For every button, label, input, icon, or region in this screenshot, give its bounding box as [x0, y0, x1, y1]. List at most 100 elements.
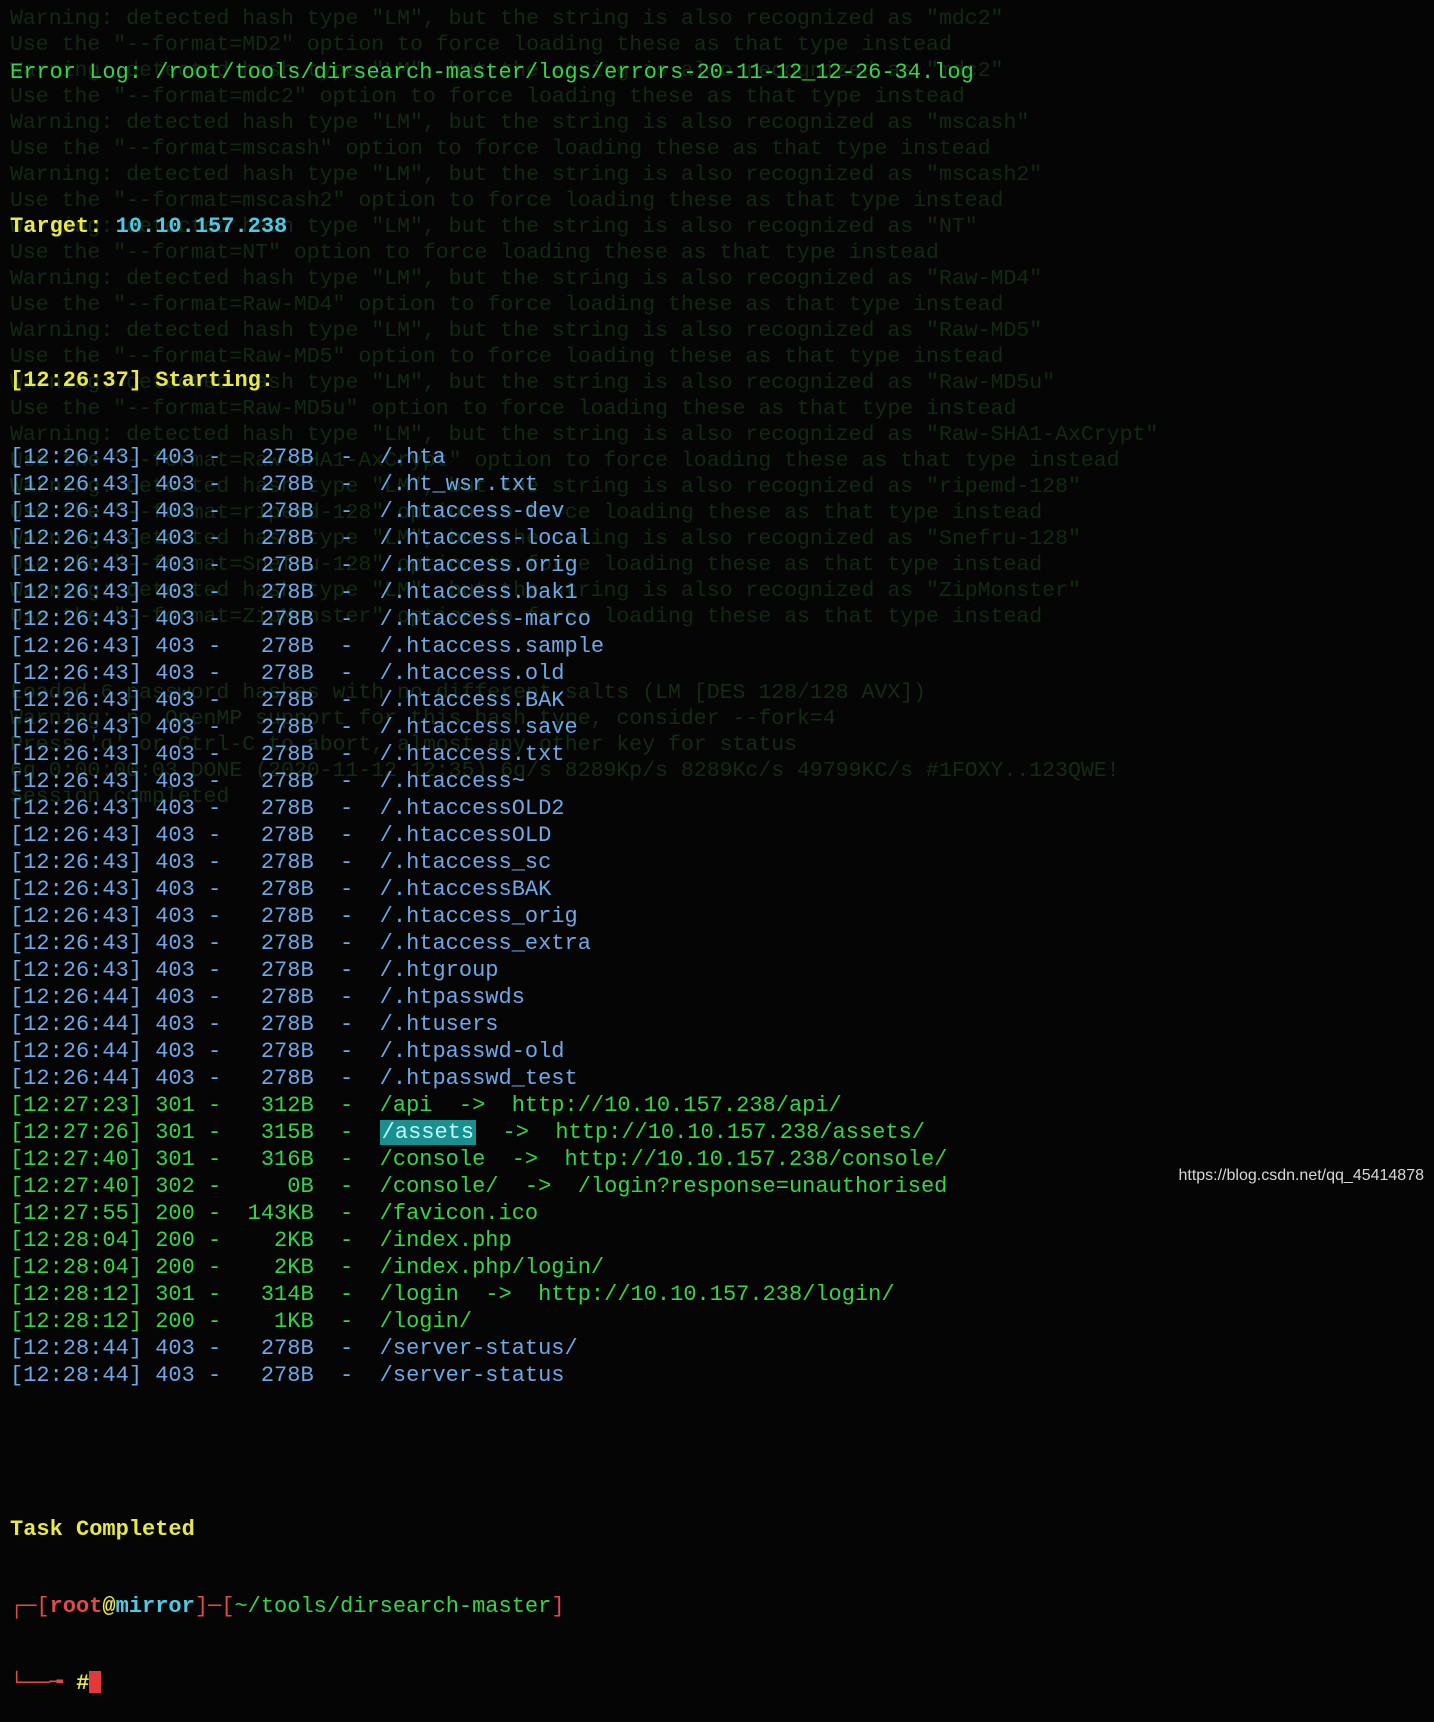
result-path: /.htaccess_orig: [379, 904, 578, 929]
result-row: [12:26:43] 403 - 278B - /.htaccess.txt: [10, 742, 565, 767]
result-path: /login/: [379, 1309, 473, 1334]
result-row: [12:26:43] 403 - 278B - /.htaccess~: [10, 769, 525, 794]
starting-time: [12:26:37]: [10, 368, 143, 393]
result-size: 278B: [260, 445, 314, 470]
terminal-window[interactable]: Error Log: /root/tools/dirsearch-master/…: [10, 9, 1430, 1722]
prompt-line-1: ┌─[root@mirror]─[~/tools/dirsearch-maste…: [10, 1594, 565, 1619]
result-status: 200: [155, 1201, 195, 1226]
result-row: [12:26:43] 403 - 278B - /.htaccess_sc: [10, 850, 552, 875]
result-status: 403: [155, 1363, 195, 1388]
result-size: 278B: [260, 472, 314, 497]
prompt-symbol: #: [76, 1671, 90, 1696]
result-status: 403: [155, 850, 195, 875]
result-size: 278B: [260, 742, 314, 767]
result-size: 278B: [260, 607, 314, 632]
result-size: 278B: [260, 499, 314, 524]
result-status: 403: [155, 958, 195, 983]
result-time: [12:27:23]: [10, 1093, 143, 1118]
result-size: 278B: [260, 526, 314, 551]
result-size: 278B: [260, 688, 314, 713]
result-row: [12:26:44] 403 - 278B - /.htusers: [10, 1012, 499, 1037]
redirect-arrow: ->: [458, 1093, 486, 1118]
result-status: 403: [155, 688, 195, 713]
target-value: 10.10.157.238: [115, 214, 288, 239]
result-status: 200: [155, 1309, 195, 1334]
result-size: 2KB: [274, 1228, 314, 1253]
result-size: 278B: [260, 1363, 314, 1388]
result-time: [12:26:44]: [10, 985, 143, 1010]
result-path: /server-status: [379, 1363, 565, 1388]
result-row: [12:26:43] 403 - 278B - /.htaccessOLD2: [10, 796, 565, 821]
result-path: /console: [379, 1147, 486, 1172]
result-row: [12:26:43] 403 - 278B - /.htaccessBAK: [10, 877, 552, 902]
result-time: [12:26:44]: [10, 1039, 143, 1064]
result-path: /.htaccess.sample: [379, 634, 605, 659]
result-path: /.htaccess.old: [379, 661, 565, 686]
result-time: [12:26:43]: [10, 796, 143, 821]
result-row: [12:28:12] 301 - 314B - /login -> http:/…: [10, 1282, 895, 1307]
result-row: [12:26:43] 403 - 278B - /.htaccess.BAK: [10, 688, 565, 713]
result-time: [12:26:43]: [10, 445, 143, 470]
result-path: /.htaccess_extra: [379, 931, 591, 956]
result-row: [12:26:43] 403 - 278B - /.htgroup: [10, 958, 499, 983]
result-time: [12:28:44]: [10, 1363, 143, 1388]
result-size: 1KB: [274, 1309, 314, 1334]
result-size: 312B: [260, 1093, 314, 1118]
result-time: [12:28:12]: [10, 1282, 143, 1307]
result-path: /login: [379, 1282, 459, 1307]
result-path: /.htaccess_sc: [379, 850, 552, 875]
result-status: 403: [155, 742, 195, 767]
result-path: /.htaccessOLD2: [379, 796, 565, 821]
result-time: [12:26:43]: [10, 661, 143, 686]
result-row: [12:26:43] 403 - 278B - /.ht_wsr.txt: [10, 472, 539, 497]
result-size: 278B: [260, 580, 314, 605]
result-status: 403: [155, 1336, 195, 1361]
result-time: [12:26:43]: [10, 958, 143, 983]
result-row: [12:28:12] 200 - 1KB - /login/: [10, 1309, 473, 1334]
result-path[interactable]: /assets: [379, 1120, 477, 1145]
redirect-arrow: ->: [485, 1282, 512, 1307]
result-status: 403: [155, 985, 195, 1010]
result-size: 2KB: [274, 1255, 314, 1280]
result-status: 403: [155, 634, 195, 659]
result-status: 403: [155, 553, 195, 578]
terminal-cursor[interactable]: [89, 1671, 102, 1693]
result-time: [12:26:43]: [10, 850, 143, 875]
result-size: 278B: [260, 931, 314, 956]
result-time: [12:28:44]: [10, 1336, 143, 1361]
starting-line: [12:26:37] Starting:: [10, 367, 1430, 394]
error-log-line: Error Log: /root/tools/dirsearch-master/…: [10, 59, 1430, 86]
prompt-host: mirror: [115, 1594, 195, 1619]
result-path: /.htgroup: [379, 958, 499, 983]
result-time: [12:27:26]: [10, 1120, 143, 1145]
result-time: [12:26:43]: [10, 742, 143, 767]
result-size: 278B: [260, 904, 314, 929]
starting-label: Starting:: [155, 368, 275, 393]
result-time: [12:26:43]: [10, 553, 143, 578]
result-size: 278B: [260, 850, 314, 875]
result-time: [12:27:40]: [10, 1147, 143, 1172]
target-line: Target: 10.10.157.238: [10, 213, 1430, 240]
result-status: 301: [155, 1147, 195, 1172]
result-size: 278B: [260, 796, 314, 821]
result-redirect: /login?response=unauthorised: [577, 1174, 948, 1199]
result-size: 278B: [260, 634, 314, 659]
result-time: [12:28:04]: [10, 1255, 143, 1280]
result-size: 278B: [260, 1066, 314, 1091]
result-row: [12:27:26] 301 - 315B - /assets -> http:…: [10, 1120, 925, 1145]
result-path: /index.php: [379, 1228, 512, 1253]
result-path: /console/: [379, 1174, 499, 1199]
target-label: Target:: [10, 214, 103, 239]
result-path: /api: [379, 1093, 433, 1118]
result-path: /.htaccess-dev: [379, 499, 565, 524]
result-row: [12:26:43] 403 - 278B - /.htaccess.orig: [10, 553, 578, 578]
result-time: [12:28:04]: [10, 1228, 143, 1253]
result-size: 278B: [260, 1039, 314, 1064]
result-size: 143KB: [247, 1201, 314, 1226]
result-row: [12:26:43] 403 - 278B - /.hta: [10, 445, 446, 470]
result-time: [12:26:43]: [10, 580, 143, 605]
result-status: 403: [155, 607, 195, 632]
prompt-line-2[interactable]: └──╼ #: [10, 1670, 1430, 1697]
result-time: [12:26:43]: [10, 472, 143, 497]
